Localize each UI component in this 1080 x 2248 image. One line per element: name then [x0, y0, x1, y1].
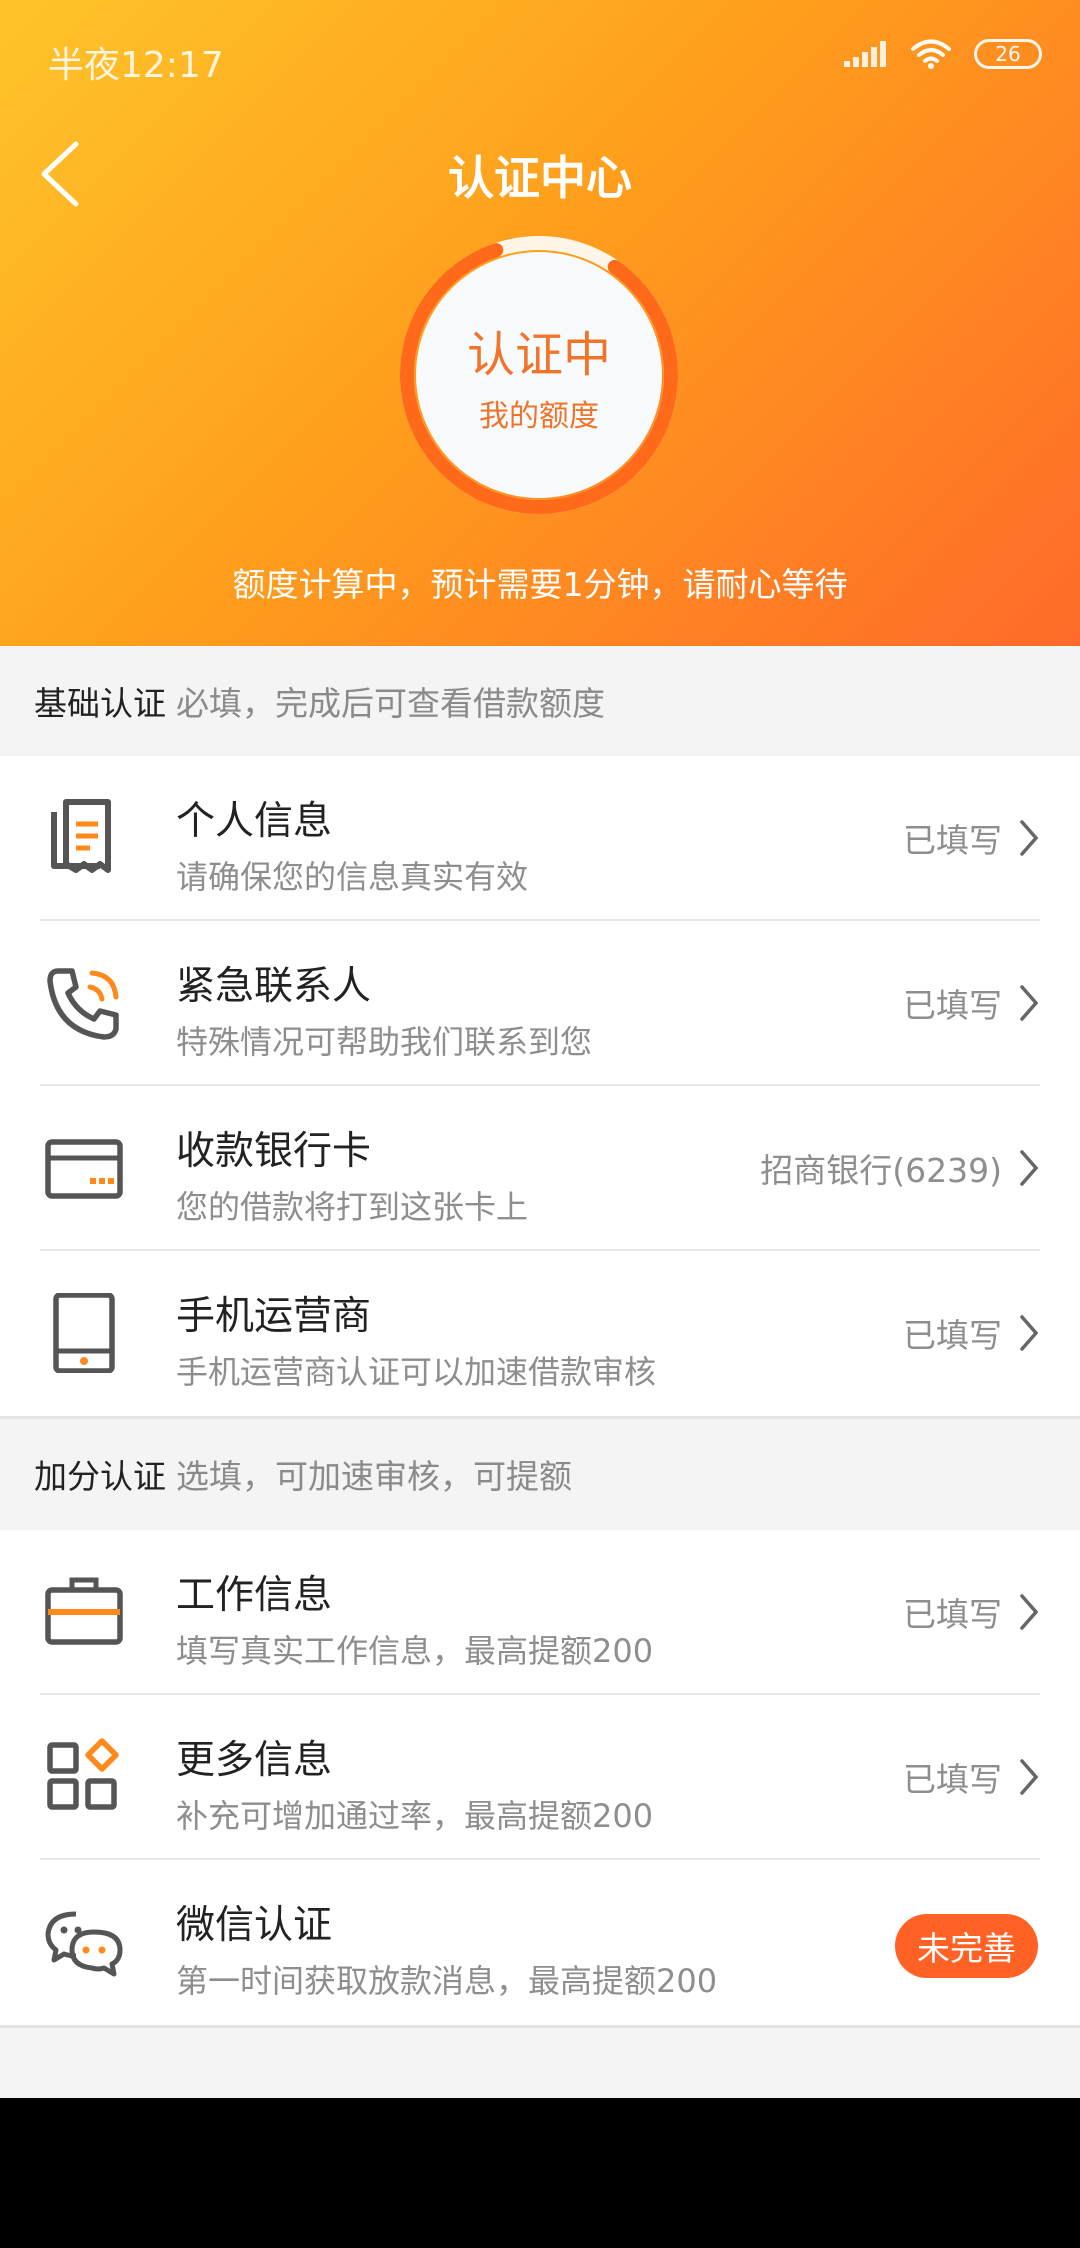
bank-card-icon: [45, 1139, 123, 1199]
item-status: 已填写: [903, 1595, 1002, 1634]
briefcase-icon: [45, 1577, 123, 1645]
list-item-emergency-contact[interactable]: 紧急联系人 特殊情况可帮助我们联系到您 已填写: [0, 921, 1080, 1086]
item-desc: 请确保您的信息真实有效: [176, 858, 529, 896]
list-item-personal-info[interactable]: 个人信息 请确保您的信息真实有效 已填写: [0, 756, 1080, 921]
chevron-right-icon: [1020, 1594, 1039, 1630]
item-status: 已填写: [903, 1760, 1002, 1799]
basic-section-hint: 必填，完成后可查看借款额度: [176, 684, 605, 723]
chevron-right-icon: [1020, 1150, 1039, 1186]
item-title: 工作信息: [176, 1573, 333, 1618]
item-status: 已填写: [903, 986, 1002, 1025]
item-status-area: 招商银行(6239): [760, 1144, 1040, 1192]
item-status: 招商银行(6239): [760, 1151, 1002, 1190]
item-title: 手机运营商: [176, 1294, 372, 1339]
list-item-bank-card[interactable]: 收款银行卡 您的借款将打到这张卡上 招商银行(6239): [0, 1086, 1080, 1251]
wifi-icon: [911, 39, 951, 69]
ring-content: 认证中 我的额度: [416, 252, 662, 498]
item-status: 已填写: [903, 821, 1002, 860]
item-status: 已填写: [903, 1316, 1002, 1355]
chevron-right-icon: [1020, 985, 1039, 1021]
item-title: 收款银行卡: [176, 1129, 372, 1174]
signal-icon: [844, 41, 886, 67]
basic-section-title: 基础认证: [34, 684, 166, 723]
battery-indicator: 26: [974, 39, 1042, 69]
item-status-area: 已填写: [903, 1753, 1040, 1801]
hero-note: 额度计算中，预计需要1分钟，请耐心等待: [232, 565, 848, 604]
list-item-mobile-carrier[interactable]: 手机运营商 手机运营商认证可以加速借款审核 已填写: [0, 1251, 1080, 1416]
item-title: 紧急联系人: [176, 964, 372, 1009]
item-title: 微信认证: [176, 1903, 333, 1948]
item-desc: 填写真实工作信息，最高提额200: [176, 1632, 654, 1670]
wechat-icon: [45, 1911, 123, 1977]
divider: [0, 2025, 1080, 2028]
basic-list: 个人信息 请确保您的信息真实有效 已填写 紧急联系人 特殊情况可帮助我们联系到您…: [0, 756, 1080, 1416]
status-time: 半夜12:17: [48, 45, 224, 86]
chevron-right-icon: [1020, 820, 1039, 856]
chevron-right-icon: [1020, 1759, 1039, 1795]
incomplete-badge[interactable]: 未完善: [895, 1914, 1038, 1978]
item-desc: 补充可增加通过率，最高提额200: [176, 1797, 654, 1835]
status-icons: 26: [844, 38, 1042, 70]
document-icon: [51, 799, 111, 873]
ring-status: 认证中: [466, 327, 611, 383]
bonus-section-title: 加分认证: [34, 1457, 166, 1496]
item-title: 更多信息: [176, 1738, 333, 1783]
item-desc: 手机运营商认证可以加速借款审核: [176, 1353, 657, 1391]
bonus-section-hint: 选填，可加速审核，可提额: [176, 1457, 572, 1496]
mobile-device-icon: [53, 1293, 115, 1373]
hero-banner: 半夜12:17 26 认证中心 认证中 我的额度 额度计算中，预计需要1分钟，请…: [0, 0, 1080, 646]
status-bar: 半夜12:17 26: [0, 0, 1080, 118]
item-desc: 特殊情况可帮助我们联系到您: [176, 1023, 593, 1061]
bonus-section-header: 加分认证 选填，可加速审核，可提额: [0, 1419, 1080, 1529]
item-status-area: 已填写: [903, 814, 1040, 862]
apps-grid-icon: [47, 1738, 119, 1810]
item-title: 个人信息: [176, 799, 333, 844]
ring-subtitle: 我的额度: [479, 399, 599, 434]
item-status-area: 已填写: [903, 979, 1040, 1027]
item-desc: 您的借款将打到这张卡上: [176, 1188, 529, 1226]
basic-section-header: 基础认证 必填，完成后可查看借款额度: [0, 646, 1080, 756]
item-status-area: 已填写: [903, 1309, 1040, 1357]
list-item-wechat[interactable]: 微信认证 第一时间获取放款消息，最高提额200 未完善: [0, 1860, 1080, 2025]
bonus-list: 工作信息 填写真实工作信息，最高提额200 已填写 更多信息 补充可增加通过率，…: [0, 1530, 1080, 2025]
app-screen: 半夜12:17 26 认证中心 认证中 我的额度 额度计算中，预计需要1分钟，请…: [0, 0, 1080, 2098]
chevron-right-icon: [1020, 1315, 1039, 1351]
item-status-area: 已填写: [903, 1588, 1040, 1636]
list-item-more-info[interactable]: 更多信息 补充可增加通过率，最高提额200 已填写: [0, 1695, 1080, 1860]
page-title: 认证中心: [448, 151, 632, 205]
item-desc: 第一时间获取放款消息，最高提额200: [176, 1962, 718, 2000]
battery-level: 26: [995, 42, 1021, 66]
phone-icon: [47, 968, 119, 1040]
list-item-work-info[interactable]: 工作信息 填写真实工作信息，最高提额200 已填写: [0, 1530, 1080, 1695]
